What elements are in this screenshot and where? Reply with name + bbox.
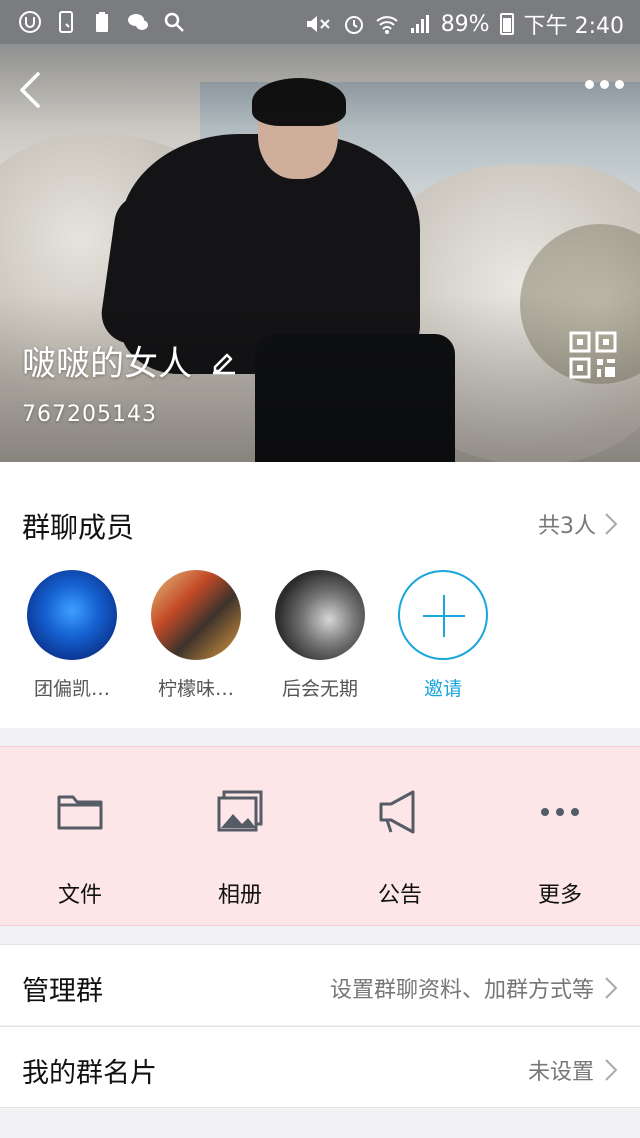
members-count: 共3人 <box>538 514 596 539</box>
notice-button[interactable]: 公告 <box>320 787 480 909</box>
folder-icon <box>57 795 103 830</box>
members-count-link[interactable]: 共3人 <box>538 508 618 540</box>
member-name: 后会无期 <box>281 678 358 700</box>
signal-icon <box>410 15 429 33</box>
action-label: 更多 <box>537 883 582 908</box>
back-arrow-icon[interactable] <box>14 70 46 110</box>
invite-button[interactable]: 邀请 <box>388 570 498 701</box>
row-value: 未设置 <box>527 1060 594 1085</box>
action-label: 公告 <box>377 883 422 908</box>
invite-label: 邀请 <box>423 678 462 700</box>
more-options-icon[interactable] <box>585 80 624 89</box>
status-system: 89% 下午 2:40 <box>303 8 624 40</box>
group-name: 啵啵的女人 <box>22 344 192 384</box>
app-u-icon <box>18 10 42 34</box>
battery-icon <box>499 13 514 35</box>
action-label: 文件 <box>57 883 102 908</box>
mute-icon <box>306 16 330 32</box>
member-name: 团偏凯… <box>33 678 110 700</box>
members-section: 群聊成员 共3人 团偏凯… 柠檬味… 后会无期 邀请 <box>0 462 640 728</box>
group-id: 767205143 <box>22 402 157 427</box>
plus-icon <box>398 570 488 660</box>
group-card-row[interactable]: 我的群名片 未设置 <box>0 1027 640 1107</box>
row-value-wrap: 未设置 <box>528 1054 618 1086</box>
qr-code-icon[interactable] <box>568 330 618 380</box>
megaphone-icon <box>379 790 415 834</box>
wechat-icon <box>126 10 150 34</box>
album-button[interactable]: 相册 <box>160 787 320 909</box>
alarm-icon <box>344 16 363 34</box>
edit-pencil-icon[interactable] <box>210 347 238 375</box>
avatar <box>151 570 241 660</box>
member-item[interactable]: 后会无期 <box>265 570 375 701</box>
avatar <box>275 570 365 660</box>
search-icon <box>162 10 186 34</box>
action-label: 相册 <box>217 883 262 908</box>
avatar <box>27 570 117 660</box>
status-notifications <box>18 10 186 34</box>
divider <box>0 1107 640 1108</box>
group-cover[interactable] <box>0 44 640 462</box>
row-title: 我的群名片 <box>22 1058 157 1089</box>
row-value-wrap: 设置群聊资料、加群方式等 <box>330 972 618 1004</box>
more-icon <box>541 808 579 816</box>
row-value: 设置群聊资料、加群方式等 <box>329 978 594 1003</box>
members-title: 群聊成员 <box>22 511 135 544</box>
member-name: 柠檬味… <box>157 678 234 700</box>
group-name-wrap: 啵啵的女人 <box>22 336 238 385</box>
member-item[interactable]: 团偏凯… <box>17 570 127 701</box>
wifi-icon <box>376 16 398 34</box>
phone-icon <box>54 10 78 34</box>
chevron-right-icon <box>605 977 618 999</box>
more-button[interactable]: 更多 <box>480 787 640 909</box>
files-button[interactable]: 文件 <box>0 787 160 909</box>
chevron-right-icon <box>605 513 618 535</box>
action-panel: 文件 相册 公告 更多 <box>0 746 640 926</box>
member-item[interactable]: 柠檬味… <box>141 570 251 701</box>
album-icon <box>217 790 263 832</box>
manage-group-row[interactable]: 管理群 设置群聊资料、加群方式等 <box>0 945 640 1025</box>
status-bar: 89% 下午 2:40 <box>0 0 640 44</box>
recycle-battery-icon <box>90 10 114 34</box>
clock: 下午 2:40 <box>523 14 624 39</box>
chevron-right-icon <box>605 1059 618 1081</box>
cover-shade <box>0 44 640 462</box>
row-title: 管理群 <box>22 976 103 1007</box>
battery-percent: 89% <box>440 11 490 37</box>
